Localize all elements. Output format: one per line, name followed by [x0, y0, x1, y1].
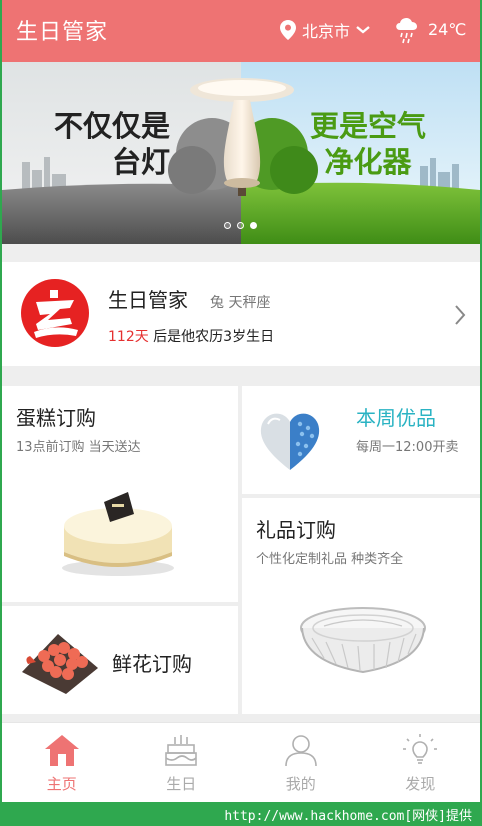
- bottom-navigation: 主页 生日 我的 发现: [2, 722, 480, 802]
- app-title: 生日管家: [16, 20, 109, 45]
- temperature: 24℃: [428, 19, 467, 39]
- flower-card-title: 鲜花订购: [112, 652, 192, 676]
- cake-order-card[interactable]: 蛋糕订购 13点前订购 当天送达: [2, 386, 238, 602]
- banner-left-line2: 台灯: [111, 145, 170, 179]
- banner-right-caption: 更是空气 净化器: [308, 108, 428, 180]
- flower-order-card[interactable]: 鲜花订购: [2, 606, 238, 714]
- countdown-days: 112天: [108, 329, 149, 345]
- weekly-card-subtitle: 每周一12:00开卖: [356, 440, 459, 455]
- app-logo-icon: [21, 279, 89, 347]
- chevron-down-icon: [356, 26, 370, 34]
- birthday-countdown: 112天 后是他农历3岁生日: [108, 326, 274, 346]
- promo-banner-carousel[interactable]: 不仅仅是 台灯 更是空气 净化器: [2, 62, 480, 244]
- birthday-cake-icon: [165, 735, 198, 766]
- banner-left-line1: 不仅仅是: [53, 109, 170, 143]
- nav-profile-label: 我的: [285, 775, 316, 793]
- profile-zodiac: 兔 天秤座: [210, 295, 271, 311]
- weekly-card-title: 本周优品: [356, 406, 436, 430]
- user-icon: [284, 735, 317, 767]
- cake-image: [62, 492, 174, 576]
- carousel-dot[interactable]: [237, 222, 244, 229]
- weather-widget[interactable]: 24℃: [394, 14, 466, 44]
- gift-card-subtitle: 个性化定制礼品 种类齐全: [256, 552, 404, 567]
- cake-card-subtitle: 13点前订购 当天送达: [16, 440, 141, 455]
- carousel-dot[interactable]: [224, 222, 231, 229]
- crystal-bowl-image: [300, 607, 426, 674]
- profile-name: 生日管家: [108, 288, 188, 312]
- countdown-text: 后是他农历3岁生日: [148, 329, 275, 345]
- nav-home[interactable]: 主页: [2, 723, 122, 802]
- weekly-picks-card[interactable]: 本周优品 每周一12:00开卖: [242, 386, 480, 494]
- nav-home-label: 主页: [46, 775, 77, 793]
- watermark-bar: http://www.hackhome.com[网侠]提供: [0, 802, 482, 826]
- lightbulb-icon: [403, 734, 438, 764]
- rain-cloud-icon: [396, 17, 418, 44]
- gift-order-card[interactable]: 礼品订购 个性化定制礼品 种类齐全: [242, 498, 480, 714]
- nav-birthday-label: 生日: [166, 775, 197, 793]
- top-header-bar: 生日管家 北京市 24℃: [2, 0, 480, 62]
- gift-card-title: 礼品订购: [256, 518, 336, 542]
- nav-discover[interactable]: 发现: [361, 723, 481, 802]
- chevron-right-icon[interactable]: [454, 304, 466, 326]
- heart-crystal-image: [260, 413, 320, 470]
- banner-left-caption: 不仅仅是 台灯: [52, 108, 170, 180]
- app-screen: 生日管家 北京市 24℃ 不仅仅是 台灯 更是空气 净化器 生日管家 兔 天秤座…: [2, 0, 480, 802]
- birthday-profile-card[interactable]: 生日管家 兔 天秤座 112天 后是他农历3岁生日: [2, 262, 480, 366]
- location-pin-icon: [280, 20, 296, 40]
- nav-birthday[interactable]: 生日: [122, 723, 242, 802]
- cake-card-title: 蛋糕订购: [16, 406, 96, 430]
- banner-right-line1: 更是空气: [309, 109, 426, 143]
- city-name: 北京市: [302, 22, 351, 41]
- banner-right-line2: 净化器: [324, 145, 412, 179]
- home-icon: [44, 735, 79, 766]
- flower-bouquet-image: [22, 634, 98, 694]
- nav-profile[interactable]: 我的: [241, 723, 361, 802]
- city-selector[interactable]: 北京市: [280, 18, 376, 42]
- carousel-indicator[interactable]: [224, 222, 263, 229]
- carousel-dot-active[interactable]: [250, 222, 257, 229]
- nav-discover-label: 发现: [405, 775, 436, 793]
- watermark-text: http://www.hackhome.com[网侠]提供: [224, 809, 472, 824]
